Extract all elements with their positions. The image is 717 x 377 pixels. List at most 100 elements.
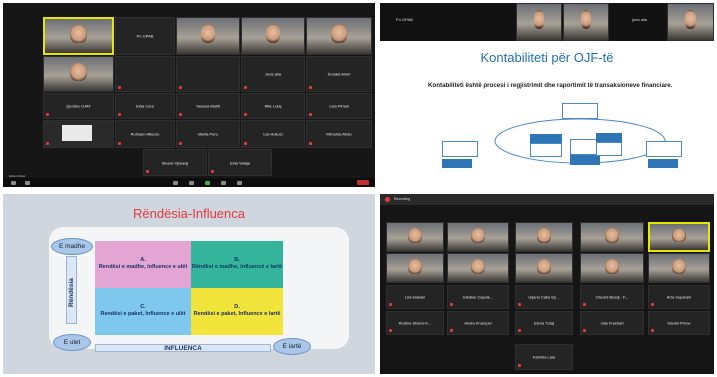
participant-video-tile[interactable] [515,222,573,252]
participant-video-tile[interactable] [447,222,509,252]
recording-icon [385,197,390,202]
participant-tile[interactable]: Elda Valaja [208,149,272,176]
participant-face [265,24,281,44]
participant-tile[interactable]: Pu OPAB [115,17,175,55]
participant-face [537,228,551,243]
mic-muted-icon [146,170,149,173]
end-meeting-button[interactable] [357,180,369,185]
matrix-cell-d: D. Rendësi e paket, Influence e lartë [191,288,283,335]
participant-name: Orecild Bezaj - F... [595,294,629,300]
participant-name: Yaxana Mahti [195,103,221,109]
participant-name: Elena Tutaj [533,320,554,326]
participant-face [604,259,620,274]
zoom-gallery-bottom-right: Recording Lira Hakani Gledise Capole... … [380,194,714,374]
participant-video-tile[interactable] [648,222,710,252]
participant-tile[interactable]: Lisi Hukuci [241,120,305,148]
mic-muted-icon [651,329,654,332]
camera-icon[interactable] [25,181,30,185]
participant-tile[interactable]: Rudina Shehu-K... [386,311,444,335]
participant-video-tile[interactable] [386,222,444,252]
participant-tile[interactable]: Uljana Cake Ep... [515,285,573,309]
chat-icon[interactable] [189,181,194,185]
mic-muted-icon [389,303,392,306]
participant-video-tile[interactable] [306,17,372,55]
participant-face [408,259,422,274]
record-icon[interactable] [221,181,226,185]
participant-video-tile[interactable] [580,222,644,252]
label-e-madhe: E madhe [51,238,93,255]
cell-text: Rendësi e paket, Influence e ulët [100,310,186,317]
label-e-larte: E lartë [273,338,311,355]
diagram-box [530,134,562,143]
mic-muted-icon [583,303,586,306]
participant-video-tile[interactable] [447,253,509,283]
participant-face [604,228,620,243]
zoom-gallery-top-left: Pu OPAB Jona alia Donald Amiri Qendra OJ… [3,3,375,187]
diagram-box [596,133,622,142]
participant-tile[interactable]: Anela Kruenpel [447,311,509,335]
participant-name: Lisa Pimali [329,103,349,109]
mic-icon[interactable] [11,181,16,185]
participant-tile[interactable]: Orecild Bezaj - F... [580,285,644,309]
participant-face [672,228,686,243]
mic-muted-icon [244,113,247,116]
participant-video-tile[interactable] [648,253,710,283]
participant-name: Mimoida Abdu [326,131,352,137]
participants-icon[interactable] [173,181,178,185]
participant-video-tile[interactable] [43,17,114,55]
mic-muted-icon [244,86,247,89]
participant-tile[interactable]: Lisa Pimali [306,93,372,119]
participant-tile[interactable]: Lira Hakani [386,285,444,309]
diagram-box [596,142,622,156]
participant-tile[interactable] [115,56,175,92]
participant-name: Uljana Cake Ep... [528,294,560,300]
participant-tile[interactable]: Daniel Prrevi [648,311,710,335]
meeting-toolbar [3,178,375,187]
participant-video-tile[interactable] [580,253,644,283]
participant-tile[interactable]: Elda Cura [115,93,175,119]
participant-name: Arta Suparani [666,294,692,300]
participant-tile[interactable] [176,56,240,92]
diagram-box [648,159,678,168]
mic-muted-icon [651,303,654,306]
shared-slide-rendesia-influenca: Rëndësia-Influenca A. Rendësi e madhe, i… [3,194,375,374]
participant-name: Jola Frashari [600,320,624,326]
cell-text: Rendësi e madhe, influence e ulët [98,263,188,270]
mic-muted-icon [583,329,586,332]
mic-muted-icon [518,303,521,306]
participant-name: Daniel Prrevi [667,320,691,326]
participant-video-tile[interactable] [515,253,573,283]
participant-video-tile[interactable] [43,56,114,92]
participant-face [408,228,422,243]
participant-tile[interactable]: Jona alia [241,56,305,92]
mic-muted-icon [118,86,121,89]
axis-label-influenca: INFLUENCA [95,344,271,352]
participant-video-tile[interactable] [241,17,305,55]
participant-tile[interactable]: Gledise Capole... [447,285,509,309]
participant-tile[interactable]: Rite Lolaj [241,93,305,119]
share-screen-icon[interactable] [205,181,210,185]
participant-video-tile[interactable] [386,253,444,283]
participant-name: Sleara Ojdueaj [161,160,189,165]
reactions-icon[interactable] [237,181,242,185]
participant-tile[interactable]: Donald Amiri [306,56,372,92]
participant-tile[interactable]: Qendra OJAT [43,93,114,119]
participant-tile[interactable] [43,120,114,148]
participant-tile[interactable]: Elena Tutaj [515,311,573,335]
participant-tile[interactable]: Fatmira Lala [515,344,573,370]
participant-tile[interactable]: Ruhsam Alkuzio [115,120,175,148]
participant-tile[interactable]: Arta Suparani [648,285,710,309]
participant-thumbnail [62,125,92,141]
participant-name: Lira Hakani [404,294,426,300]
participant-tile[interactable]: Sleara Ojdueaj [143,149,207,176]
participant-tile[interactable]: Marta Peru [176,120,240,148]
participant-tile[interactable]: Yaxana Mahti [176,93,240,119]
participant-name: Gledise Capole... [462,294,494,300]
mic-muted-icon [118,142,121,145]
participant-video-tile[interactable] [176,17,240,55]
participant-tile[interactable]: Mimoida Abdu [306,120,372,148]
participant-face [70,63,87,81]
mic-muted-icon [179,86,182,89]
participant-face [200,24,216,44]
participant-tile[interactable]: Jola Frashari [580,311,644,335]
